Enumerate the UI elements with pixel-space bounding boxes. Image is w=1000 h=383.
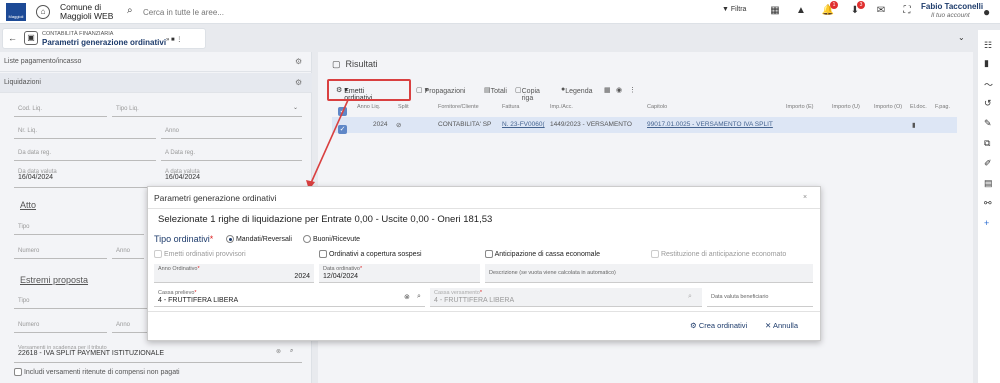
anticipazione-checkbox[interactable]: Anticipazione di cassa economale bbox=[485, 250, 600, 258]
parametri-modal: Parametri generazione ordinativi × Selez… bbox=[147, 186, 821, 341]
data-valuta-beneficiario-field[interactable]: Data valuta beneficiario bbox=[707, 288, 813, 307]
search-icon[interactable]: ⌕ bbox=[417, 293, 421, 301]
modal-title: Parametri generazione ordinativi bbox=[154, 193, 277, 203]
gear-icon: ⚙ bbox=[690, 321, 697, 330]
modal-footer: ⚙ Crea ordinativi ✕ Annulla bbox=[148, 311, 820, 341]
tipo-ordinativi-label: Tipo ordinativi* bbox=[154, 234, 214, 244]
cassa-prelievo-field[interactable]: Cassa prelievo* 4 - FRUTTIFERA LIBERA ⊗ … bbox=[154, 288, 425, 307]
radio-buoni[interactable]: Buoni/Ricevute bbox=[303, 235, 360, 243]
crea-ordinativi-button[interactable]: ⚙ Crea ordinativi bbox=[690, 321, 747, 330]
descrizione-field[interactable]: Descrizione (se vuota viene calcolata in… bbox=[485, 264, 813, 283]
anno-ordinativo-field[interactable]: Anno Ordinativo* 2024 bbox=[154, 264, 314, 283]
modal-subtitle: Selezionate 1 righe di liquidazione per … bbox=[158, 214, 493, 225]
restituzione-checkbox[interactable]: Restituzione di anticipazione economato bbox=[651, 250, 786, 258]
search-icon[interactable]: ⌕ bbox=[688, 293, 692, 301]
annulla-button[interactable]: ✕ Annulla bbox=[765, 321, 798, 330]
emetti-provvisori-checkbox[interactable]: Emetti ordinativi provvisori bbox=[154, 250, 246, 258]
close-icon[interactable]: × bbox=[803, 194, 807, 201]
data-ordinativo-field[interactable]: Data ordinativo* 12/04/2024 bbox=[319, 264, 480, 283]
modal-header: Parametri generazione ordinativi × bbox=[148, 187, 820, 209]
clear-icon[interactable]: ⊗ bbox=[404, 293, 410, 301]
cassa-versamento-field[interactable]: Cassa versamento* 4 - FRUTTIFERA LIBERA … bbox=[430, 288, 702, 307]
radio-mandati[interactable]: Mandati/Reversali bbox=[226, 235, 292, 243]
close-icon: ✕ bbox=[765, 321, 772, 330]
copertura-sospesi-checkbox[interactable]: Ordinativi a copertura sospesi bbox=[319, 250, 422, 258]
